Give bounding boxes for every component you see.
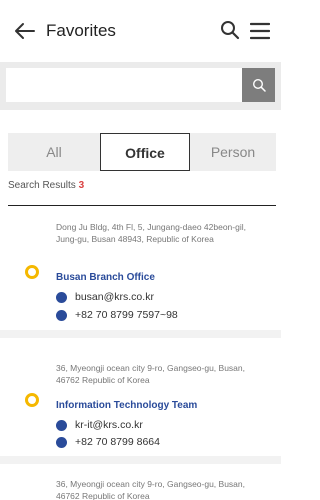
search-icon[interactable]	[220, 20, 240, 40]
search-results-label: Search Results 3	[8, 180, 84, 191]
search-submit-button[interactable]	[242, 68, 275, 102]
email-icon	[56, 291, 67, 303]
entry-phone[interactable]: +82 70 8799 7597~98	[56, 309, 178, 321]
tab-office[interactable]: Office	[100, 133, 190, 171]
entry-email-text: busan@krs.co.kr	[75, 291, 154, 303]
entry-email[interactable]: busan@krs.co.kr	[56, 291, 154, 303]
entry-email[interactable]: kr-it@krs.co.kr	[56, 419, 143, 431]
results-label: Search Results	[8, 180, 76, 191]
filter-tabs: All Office Person	[8, 133, 276, 171]
entry-separator	[0, 456, 281, 464]
entry-email-text: kr-it@krs.co.kr	[75, 419, 143, 431]
entry-phone-text: +82 70 8799 7597~98	[75, 309, 178, 321]
results-count: 3	[78, 180, 85, 191]
entry-name[interactable]: Information Technology Team	[56, 400, 197, 411]
menu-icon[interactable]	[249, 22, 271, 40]
entry-name[interactable]: Busan Branch Office	[56, 272, 155, 283]
search-input[interactable]	[6, 68, 242, 102]
phone-icon	[56, 436, 67, 448]
entry-address: Dong Ju Bldg, 4th Fl, 5, Jungang-daeo 42…	[56, 222, 246, 244]
tab-all[interactable]: All	[8, 133, 100, 171]
tab-person[interactable]: Person	[190, 133, 276, 171]
favorite-pin-icon[interactable]	[25, 393, 39, 407]
email-icon	[56, 419, 67, 431]
back-arrow-icon[interactable]	[14, 21, 38, 41]
phone-icon	[56, 309, 67, 321]
search-icon	[252, 78, 266, 92]
app-header: Favorites	[0, 0, 281, 58]
entry-phone-text: +82 70 8799 8664	[75, 436, 160, 448]
entry-separator	[0, 330, 281, 338]
entry-address: 36, Myeongji ocean city 9-ro, Gangseo-gu…	[56, 479, 245, 500]
favorite-pin-icon[interactable]	[25, 265, 39, 279]
divider	[8, 205, 276, 206]
entry-address: 36, Myeongji ocean city 9-ro, Gangseo-gu…	[56, 363, 245, 385]
entry-phone[interactable]: +82 70 8799 8664	[56, 436, 160, 448]
page-title: Favorites	[46, 21, 116, 40]
